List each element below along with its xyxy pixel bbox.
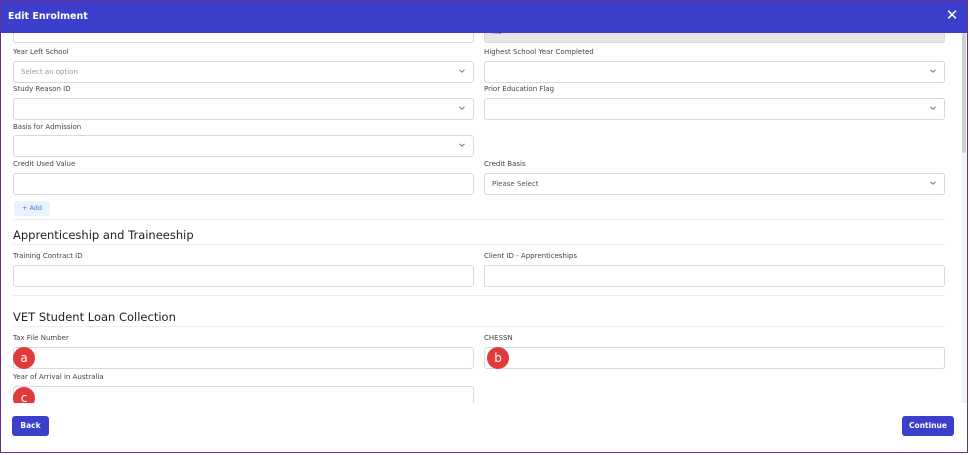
- tax-file-number-label: Tax File Number: [13, 334, 69, 342]
- highest-school-year-label: Highest School Year Completed: [484, 48, 594, 56]
- basis-for-admission-label: Basis for Admission: [13, 123, 82, 131]
- prior-education-flag-label: Prior Education Flag: [484, 85, 555, 93]
- chevron-down-icon: [459, 33, 465, 34]
- chevron-down-icon: [459, 142, 465, 148]
- study-reason-label: Study Reason ID: [13, 85, 71, 93]
- credit-used-value-label: Credit Used Value: [13, 160, 76, 168]
- year-left-school-select[interactable]: Select an option: [13, 61, 474, 83]
- chevron-down-icon: [930, 33, 936, 34]
- modal-header: Edit Enrolment ✕: [1, 1, 967, 33]
- year-left-school-label: Year Left School: [13, 48, 69, 56]
- add-button[interactable]: + Add: [14, 201, 50, 216]
- divider: [13, 244, 945, 245]
- client-id-apprenticeships-label: Client ID - Apprenticeships: [484, 252, 578, 260]
- credit-basis-value: Please Select: [492, 180, 539, 188]
- training-contract-id-input[interactable]: [13, 265, 474, 287]
- scrollbar-thumb[interactable]: [962, 33, 966, 153]
- modal-title: Edit Enrolment: [8, 11, 88, 22]
- chevron-down-icon: [459, 105, 465, 111]
- annotation-badge-a: a: [13, 347, 35, 369]
- divider: [13, 295, 945, 296]
- annotation-badge-c: c: [13, 387, 35, 403]
- year-of-arrival-label: Year of Arrival in Australia: [13, 373, 104, 381]
- divider: [13, 326, 945, 327]
- scrollbar[interactable]: [961, 33, 967, 403]
- continue-button[interactable]: Continue: [902, 416, 954, 436]
- prior-education-flag-select[interactable]: [484, 98, 945, 120]
- credit-used-value-input[interactable]: [13, 173, 474, 195]
- highest-school-year-select[interactable]: [484, 61, 945, 83]
- divider: [13, 219, 945, 220]
- partial-select-right: No: [484, 33, 945, 43]
- chevron-down-icon: [930, 105, 936, 111]
- partial-select-left[interactable]: [13, 33, 474, 43]
- back-button[interactable]: Back: [12, 416, 49, 436]
- credit-basis-select[interactable]: Please Select: [484, 173, 945, 195]
- chessn-input[interactable]: [484, 347, 945, 369]
- credit-basis-label: Credit Basis: [484, 160, 526, 168]
- apprenticeship-section-title: Apprenticeship and Traineeship: [13, 228, 194, 242]
- tax-file-number-input[interactable]: [13, 347, 474, 369]
- annotation-badge-b: b: [487, 347, 509, 369]
- chevron-down-icon: [930, 180, 936, 186]
- year-left-school-placeholder: Select an option: [21, 68, 78, 76]
- chevron-down-icon: [459, 68, 465, 74]
- training-contract-id-label: Training Contract ID: [13, 252, 83, 260]
- vet-loan-section-title: VET Student Loan Collection: [13, 310, 176, 324]
- year-of-arrival-input[interactable]: [13, 386, 474, 403]
- basis-for-admission-select[interactable]: [13, 135, 474, 157]
- chessn-label: CHESSN: [484, 334, 513, 342]
- study-reason-select[interactable]: [13, 98, 474, 120]
- client-id-apprenticeships-input[interactable]: [484, 265, 945, 287]
- chevron-down-icon: [930, 68, 936, 74]
- partial-select-value: No: [492, 33, 502, 36]
- modal-body[interactable]: No Year Left School Select an option Hig…: [1, 33, 967, 403]
- close-icon[interactable]: ✕: [943, 6, 961, 24]
